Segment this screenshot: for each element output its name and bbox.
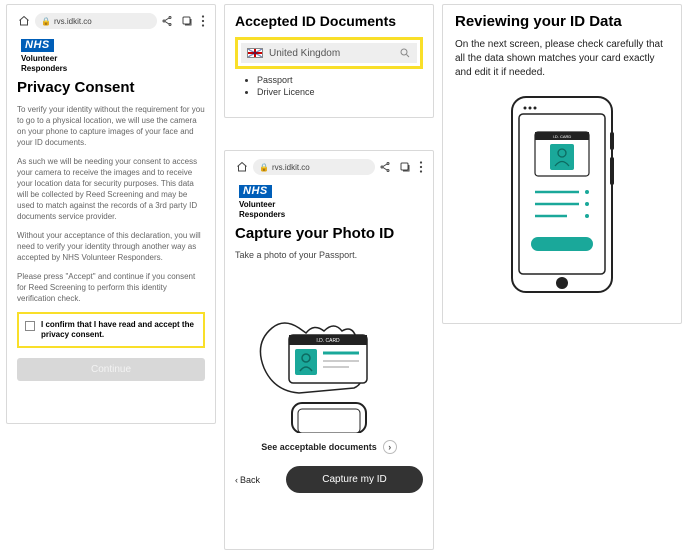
accepted-doc-list: Passport Driver Licence	[235, 75, 423, 97]
nhs-logo: NHS Volunteer Responders	[239, 181, 423, 219]
list-item: Driver Licence	[257, 87, 423, 97]
privacy-title: Privacy Consent	[17, 79, 205, 96]
logo-line2: Responders	[239, 210, 423, 219]
privacy-para-2: As such we will be needing your consent …	[17, 156, 205, 222]
review-illustration: I.D. CARD	[455, 92, 669, 302]
share-icon[interactable]	[161, 15, 173, 27]
chevron-left-icon: ‹	[235, 475, 238, 485]
capture-illustration: I.D. CARD	[235, 268, 423, 438]
privacy-para-1: To verify your identity without the requ…	[17, 104, 205, 148]
list-item: Passport	[257, 75, 423, 85]
consent-checkbox-row[interactable]: I confirm that I have read and accept th…	[17, 312, 205, 348]
capture-photo-id-screen: 🔒 rvs.idkit.co NHS Volunteer Responders …	[224, 150, 434, 550]
home-icon[interactable]	[235, 161, 249, 173]
capture-subtitle: Take a photo of your Passport.	[235, 250, 423, 260]
browser-bar: 🔒 rvs.idkit.co	[17, 11, 205, 31]
privacy-consent-screen: 🔒 rvs.idkit.co NHS Volunteer Responders …	[6, 4, 216, 424]
back-link[interactable]: ‹ Back	[235, 475, 280, 485]
consent-checkbox-label: I confirm that I have read and accept th…	[41, 320, 197, 340]
lock-icon: 🔒	[259, 163, 269, 172]
review-body: On the next screen, please check careful…	[455, 38, 669, 80]
capture-my-id-button[interactable]: Capture my ID	[286, 466, 423, 493]
accepted-title: Accepted ID Documents	[235, 13, 423, 29]
country-selector-highlight: United Kingdom	[235, 37, 423, 69]
lock-icon: 🔒	[41, 17, 51, 26]
privacy-para-4: Please press "Accept" and continue if yo…	[17, 271, 205, 304]
chevron-right-icon: ›	[383, 440, 397, 454]
more-icon[interactable]	[419, 161, 423, 173]
capture-title: Capture your Photo ID	[235, 225, 423, 242]
uk-flag-icon	[247, 48, 263, 58]
back-label: Back	[240, 475, 260, 485]
continue-button[interactable]: Continue	[17, 358, 205, 381]
card-label: I.D. CARD	[553, 134, 572, 139]
home-icon[interactable]	[17, 15, 31, 27]
nhs-badge: NHS	[239, 185, 272, 198]
country-name: United Kingdom	[269, 48, 340, 59]
tabs-icon[interactable]	[181, 15, 193, 27]
logo-line1: Volunteer	[239, 200, 423, 209]
country-selector[interactable]: United Kingdom	[241, 43, 417, 63]
privacy-para-3: Without your acceptance of this declarat…	[17, 230, 205, 263]
nhs-logo: NHS Volunteer Responders	[21, 35, 205, 73]
share-icon[interactable]	[379, 161, 391, 173]
more-icon[interactable]	[201, 15, 205, 27]
tabs-icon[interactable]	[399, 161, 411, 173]
consent-checkbox[interactable]	[25, 321, 35, 331]
see-docs-label: See acceptable documents	[261, 442, 377, 452]
nhs-badge: NHS	[21, 39, 54, 52]
search-icon[interactable]	[399, 47, 411, 59]
url-text: rvs.idkit.co	[54, 17, 92, 26]
review-title: Reviewing your ID Data	[455, 13, 669, 30]
see-acceptable-documents-link[interactable]: See acceptable documents ›	[235, 440, 423, 454]
logo-line2: Responders	[21, 64, 205, 73]
url-bar[interactable]: 🔒 rvs.idkit.co	[253, 159, 375, 175]
logo-line1: Volunteer	[21, 54, 205, 63]
accepted-id-screen: Accepted ID Documents United Kingdom Pas…	[224, 4, 434, 118]
browser-bar: 🔒 rvs.idkit.co	[235, 157, 423, 177]
card-label: I.D. CARD	[316, 338, 340, 344]
url-bar[interactable]: 🔒 rvs.idkit.co	[35, 13, 157, 29]
url-text: rvs.idkit.co	[272, 163, 310, 172]
reviewing-id-screen: Reviewing your ID Data On the next scree…	[442, 4, 682, 324]
